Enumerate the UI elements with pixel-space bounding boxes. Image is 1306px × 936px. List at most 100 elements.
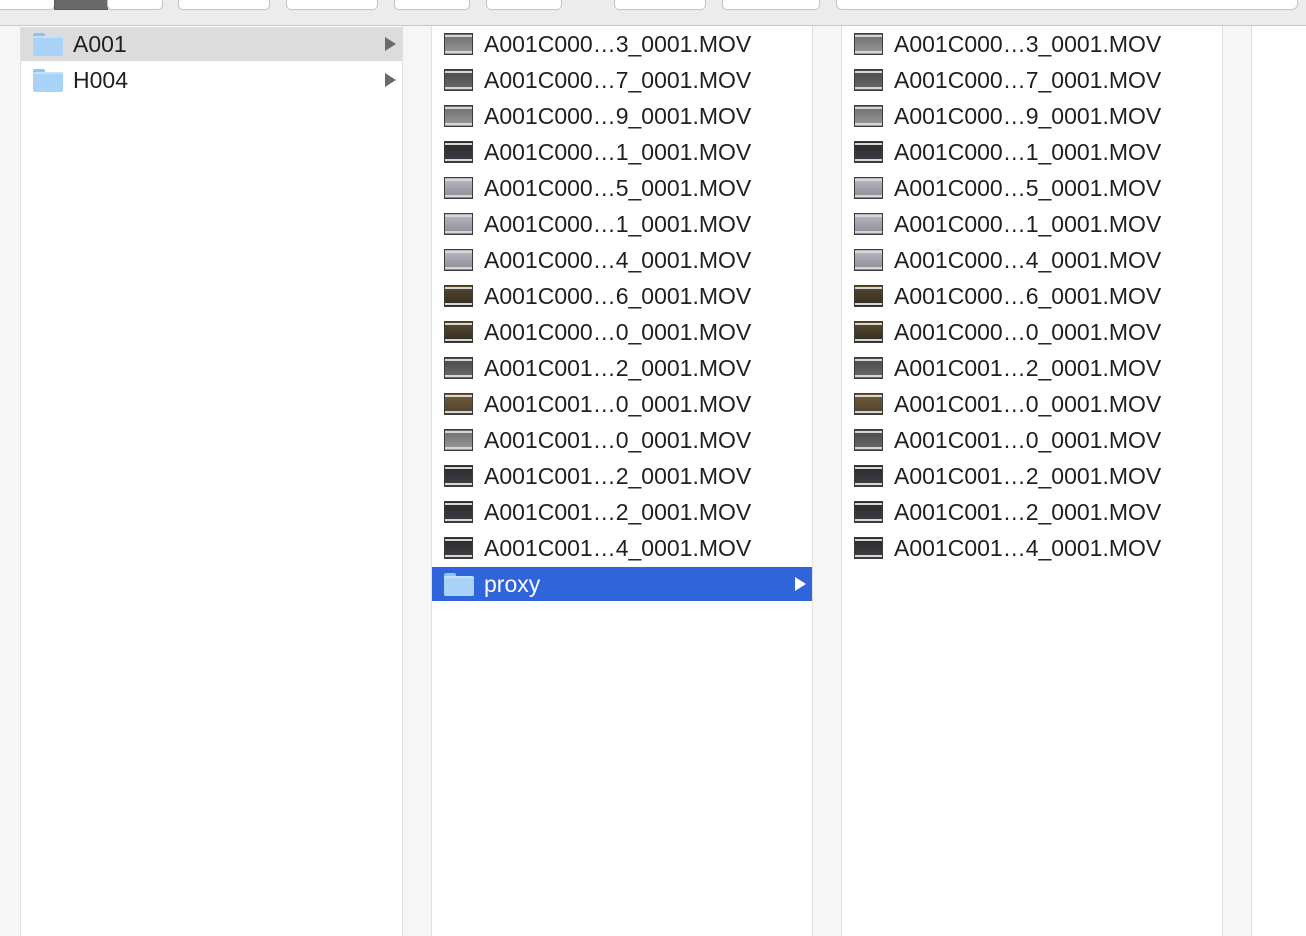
video-thumbnail-icon	[444, 501, 473, 523]
file-row[interactable]: A001C001…0_0001.MOV	[842, 387, 1222, 421]
item-label: A001C000…0_0001.MOV	[484, 319, 752, 345]
video-thumbnail-icon	[444, 321, 473, 343]
file-row[interactable]: A001C001…2_0001.MOV	[432, 459, 812, 493]
action-button[interactable]	[286, 0, 378, 10]
item-label: A001C001…2_0001.MOV	[484, 355, 752, 381]
video-thumbnail-icon	[444, 141, 473, 163]
file-row[interactable]: A001C000…5_0001.MOV	[842, 171, 1222, 205]
folder-icon	[33, 68, 63, 92]
file-row[interactable]: A001C000…6_0001.MOV	[842, 279, 1222, 313]
file-row[interactable]: A001C000…3_0001.MOV	[432, 27, 812, 61]
column-2: A001C000…3_0001.MOV A001C000…7_0001.MOV A0…	[432, 26, 812, 936]
item-label: A001C001…0_0001.MOV	[894, 427, 1162, 453]
folder-row[interactable]: proxy	[432, 567, 812, 601]
column-divider[interactable]	[402, 26, 432, 936]
group-button[interactable]	[178, 0, 270, 10]
video-thumbnail-icon	[444, 33, 473, 55]
item-label: A001C000…6_0001.MOV	[894, 283, 1162, 309]
file-row[interactable]: A001C001…2_0001.MOV	[842, 459, 1222, 493]
video-thumbnail-icon	[444, 465, 473, 487]
video-thumbnail-icon	[854, 249, 883, 271]
video-thumbnail-icon	[854, 537, 883, 559]
folder-icon	[33, 32, 63, 56]
file-row[interactable]: A001C000…1_0001.MOV	[432, 207, 812, 241]
view-icon-button[interactable]	[0, 0, 55, 10]
view-gallery-button[interactable]	[107, 0, 163, 10]
video-thumbnail-icon	[444, 357, 473, 379]
file-row[interactable]: A001C000…1_0001.MOV	[842, 135, 1222, 169]
item-label: A001C000…1_0001.MOV	[484, 211, 752, 237]
video-thumbnail-icon	[444, 429, 473, 451]
item-label: H004	[73, 67, 128, 93]
file-row[interactable]: A001C000…1_0001.MOV	[842, 207, 1222, 241]
video-thumbnail-icon	[854, 213, 883, 235]
video-thumbnail-icon	[854, 141, 883, 163]
file-row[interactable]: A001C000…7_0001.MOV	[842, 63, 1222, 97]
item-label: A001C000…6_0001.MOV	[484, 283, 752, 309]
folder-row[interactable]: H004	[21, 63, 402, 97]
column-divider[interactable]	[1222, 26, 1252, 936]
video-thumbnail-icon	[854, 105, 883, 127]
column-3: A001C000…3_0001.MOV A001C000…7_0001.MOV A0…	[842, 26, 1223, 936]
tags-button[interactable]	[486, 0, 562, 10]
video-thumbnail-icon	[854, 177, 883, 199]
item-label: A001C001…2_0001.MOV	[894, 499, 1162, 525]
file-row[interactable]: A001C000…4_0001.MOV	[432, 243, 812, 277]
file-row[interactable]: A001C000…3_0001.MOV	[842, 27, 1222, 61]
disclosure-arrow-icon	[385, 73, 396, 87]
video-thumbnail-icon	[854, 393, 883, 415]
share-button[interactable]	[394, 0, 470, 10]
disclosure-arrow-icon	[795, 577, 806, 591]
file-row[interactable]: A001C001…2_0001.MOV	[842, 351, 1222, 385]
item-label: A001C001…2_0001.MOV	[894, 463, 1162, 489]
file-row[interactable]: A001C000…7_0001.MOV	[432, 63, 812, 97]
item-label: A001C001…2_0001.MOV	[484, 499, 752, 525]
file-row[interactable]: A001C000…0_0001.MOV	[432, 315, 812, 349]
video-thumbnail-icon	[444, 249, 473, 271]
view-columns-button[interactable]	[54, 0, 108, 10]
item-label: A001C000…1_0001.MOV	[484, 139, 752, 165]
file-row[interactable]: A001C001…2_0001.MOV	[842, 495, 1222, 529]
video-thumbnail-icon	[444, 537, 473, 559]
video-thumbnail-icon	[444, 69, 473, 91]
search-field[interactable]	[836, 0, 1298, 10]
finder-toolbar	[0, 0, 1306, 26]
item-label: A001C000…7_0001.MOV	[484, 67, 752, 93]
item-label: A001	[73, 31, 127, 57]
folder-row[interactable]: A001	[21, 27, 402, 61]
item-label: A001C000…1_0001.MOV	[894, 139, 1162, 165]
file-row[interactable]: A001C001…4_0001.MOV	[432, 531, 812, 565]
item-label: A001C000…5_0001.MOV	[894, 175, 1162, 201]
video-thumbnail-icon	[444, 213, 473, 235]
item-label: A001C001…0_0001.MOV	[484, 427, 752, 453]
item-label: A001C001…0_0001.MOV	[894, 391, 1162, 417]
file-row[interactable]: A001C001…0_0001.MOV	[842, 423, 1222, 457]
file-row[interactable]: A001C000…4_0001.MOV	[842, 243, 1222, 277]
file-row[interactable]: A001C000…9_0001.MOV	[842, 99, 1222, 133]
file-row[interactable]: A001C000…6_0001.MOV	[432, 279, 812, 313]
file-row[interactable]: A001C001…0_0001.MOV	[432, 387, 812, 421]
video-thumbnail-icon	[444, 285, 473, 307]
file-row[interactable]: A001C000…5_0001.MOV	[432, 171, 812, 205]
file-row[interactable]: A001C000…1_0001.MOV	[432, 135, 812, 169]
preview-button[interactable]	[722, 0, 820, 10]
item-label: A001C000…3_0001.MOV	[894, 31, 1162, 57]
item-label: A001C000…1_0001.MOV	[894, 211, 1162, 237]
file-row[interactable]: A001C001…4_0001.MOV	[842, 531, 1222, 565]
item-label: A001C001…2_0001.MOV	[484, 463, 752, 489]
column-4	[1252, 26, 1306, 936]
item-label: A001C001…4_0001.MOV	[484, 535, 752, 561]
column-divider[interactable]	[812, 26, 842, 936]
video-thumbnail-icon	[854, 321, 883, 343]
file-row[interactable]: A001C001…2_0001.MOV	[432, 351, 812, 385]
file-row[interactable]: A001C001…0_0001.MOV	[432, 423, 812, 457]
item-label: A001C000…0_0001.MOV	[894, 319, 1162, 345]
quicklook-button[interactable]	[614, 0, 706, 10]
item-label: A001C001…0_0001.MOV	[484, 391, 752, 417]
file-row[interactable]: A001C000…9_0001.MOV	[432, 99, 812, 133]
file-row[interactable]: A001C001…2_0001.MOV	[432, 495, 812, 529]
video-thumbnail-icon	[444, 393, 473, 415]
video-thumbnail-icon	[854, 69, 883, 91]
item-label: A001C001…2_0001.MOV	[894, 355, 1162, 381]
file-row[interactable]: A001C000…0_0001.MOV	[842, 315, 1222, 349]
